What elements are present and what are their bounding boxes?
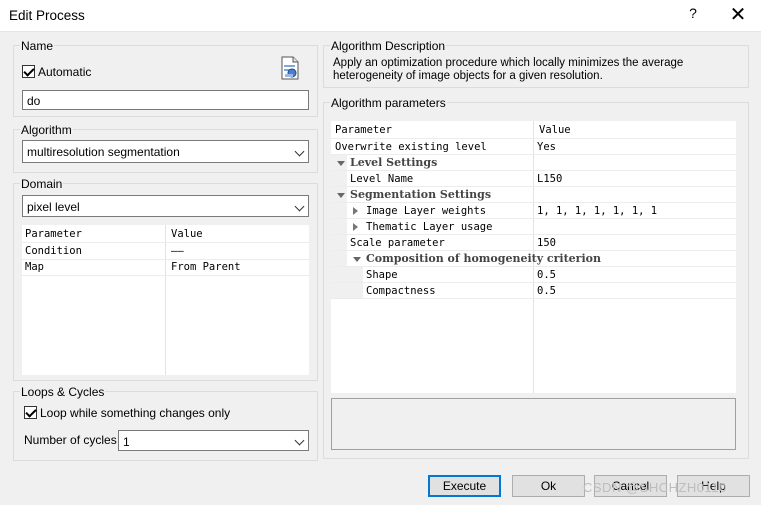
cycles-select[interactable]: 1 [118, 430, 309, 451]
algorithm-select[interactable]: multiresolution segmentation [22, 140, 309, 163]
loop-checkbox[interactable] [24, 406, 37, 419]
param-composition-name[interactable]: Composition of homogeneity criterion [366, 251, 601, 267]
watermark-text: CSDN @SHCHZH0110 [583, 480, 727, 495]
domain-row-map-name[interactable]: Map [25, 261, 44, 273]
param-compactness-name[interactable]: Compactness [366, 283, 436, 299]
domain-row-map-value[interactable]: From Parent [171, 261, 241, 273]
domain-select[interactable]: pixel level [22, 195, 309, 217]
cycles-selected-value: 1 [123, 435, 130, 449]
param-shape-name[interactable]: Shape [366, 267, 398, 283]
domain-header-parameter: Parameter [25, 228, 82, 240]
chevron-down-icon [294, 201, 305, 212]
chevron-down-icon [294, 146, 305, 157]
cycles-label: Number of cycles [24, 433, 117, 447]
domain-header-value: Value [171, 228, 203, 240]
param-overwrite-value[interactable]: Yes [537, 139, 556, 155]
parameter-header-name: Parameter [335, 124, 392, 136]
expand-right-icon[interactable] [353, 207, 358, 215]
domain-row-condition-name[interactable]: Condition [25, 245, 82, 257]
indent-shade [331, 155, 347, 299]
parameter-help-panel [331, 398, 736, 450]
param-scale-parameter-name[interactable]: Scale parameter [350, 235, 445, 251]
title-bar: Edit Process ? ✕ [0, 0, 761, 32]
automatic-label: Automatic [38, 65, 92, 79]
param-scale-parameter-value[interactable]: 150 [537, 235, 556, 251]
indent-shade [347, 267, 363, 299]
expand-down-icon[interactable] [337, 193, 345, 198]
param-compactness-value[interactable]: 0.5 [537, 283, 556, 299]
domain-parameter-grid[interactable]: Parameter Value Condition —— Map From Pa… [22, 225, 309, 375]
description-text: Apply an optimization procedure which lo… [333, 57, 684, 82]
param-level-settings-name[interactable]: Level Settings [350, 155, 437, 171]
param-image-layer-weights-name[interactable]: Image Layer weights [366, 203, 486, 219]
param-image-layer-weights-value[interactable]: 1, 1, 1, 1, 1, 1, 1 [537, 203, 657, 219]
algorithm-selected-value: multiresolution segmentation [27, 145, 180, 159]
grid-row-divider [22, 242, 309, 243]
param-segmentation-settings-name[interactable]: Segmentation Settings [350, 187, 491, 203]
chevron-down-icon [294, 435, 305, 446]
process-name-input[interactable]: do [22, 90, 309, 110]
expand-down-icon[interactable] [353, 257, 361, 262]
param-overwrite-name[interactable]: Overwrite existing level [335, 139, 487, 155]
edit-name-icon[interactable] [280, 56, 300, 80]
help-icon[interactable]: ? [685, 5, 701, 25]
param-thematic-layer-usage-name[interactable]: Thematic Layer usage [366, 219, 492, 235]
param-level-name-value[interactable]: L150 [537, 171, 562, 187]
loop-label: Loop while something changes only [40, 406, 231, 420]
ok-button[interactable]: Ok [512, 475, 585, 497]
grid-row-divider [22, 275, 309, 276]
loops-group-label: Loops & Cycles [20, 385, 106, 399]
execute-button[interactable]: Execute [428, 475, 501, 497]
parameter-header-value: Value [539, 124, 571, 136]
close-icon[interactable]: ✕ [726, 3, 750, 27]
algorithm-group-label: Algorithm [20, 123, 73, 137]
automatic-checkbox[interactable] [22, 65, 35, 78]
parameters-group-label: Algorithm parameters [330, 96, 447, 110]
name-group-label: Name [20, 39, 55, 53]
window-title: Edit Process [9, 8, 85, 23]
domain-row-condition-value[interactable]: —— [171, 245, 184, 257]
expand-right-icon[interactable] [353, 223, 358, 231]
expand-down-icon[interactable] [337, 161, 345, 166]
param-shape-value[interactable]: 0.5 [537, 267, 556, 283]
domain-group-label: Domain [20, 177, 64, 191]
grid-row-divider [22, 259, 309, 260]
grid-column-divider [165, 225, 166, 375]
param-level-name-name[interactable]: Level Name [350, 171, 413, 187]
description-group-label: Algorithm Description [330, 39, 447, 53]
domain-selected-value: pixel level [27, 200, 80, 214]
parameter-grid[interactable]: Parameter Value Overwrite existing level… [331, 121, 736, 393]
